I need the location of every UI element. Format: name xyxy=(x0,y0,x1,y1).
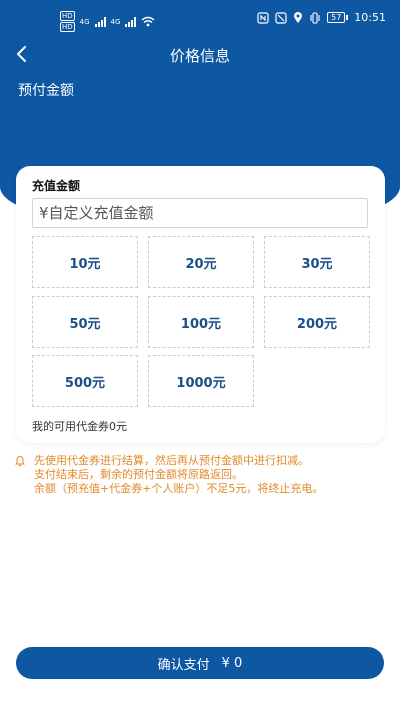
mute-icon xyxy=(275,11,287,24)
location-icon xyxy=(294,11,303,23)
network-type: 4G xyxy=(110,17,121,26)
battery-icon: 57 xyxy=(327,12,349,23)
amount-option-1000[interactable]: 1000元 xyxy=(148,355,254,407)
page-title: 价格信息 xyxy=(169,47,230,65)
amount-option-50[interactable]: 50元 xyxy=(32,296,138,348)
status-left: HD HD 4G 4G xyxy=(60,11,155,32)
signal-icon xyxy=(125,16,137,27)
status-bar: HD HD 4G 4G 57 10:51 xyxy=(0,0,400,36)
hd-tag: HD xyxy=(60,22,75,32)
pay-amount: ¥ 0 xyxy=(221,655,243,671)
confirm-pay-button[interactable]: 确认支付 ¥ 0 xyxy=(16,647,384,679)
section-heading: 预付金额 xyxy=(18,83,74,99)
clock: 10:51 xyxy=(354,11,386,24)
hd-tag: HD xyxy=(60,11,75,21)
battery-level: 57 xyxy=(327,12,346,23)
notice-line: 余额（预充值+代金券+个人账户）不足5元，将终止充电。 xyxy=(34,482,324,495)
wifi-icon xyxy=(141,16,155,27)
notice-lines: 先使用代金券进行结算，然后再从预付金额中进行扣减。 支付结束后，剩余的预付金额将… xyxy=(34,454,386,496)
vibrate-icon xyxy=(310,11,320,24)
bell-icon xyxy=(15,455,25,467)
signal-icon xyxy=(94,16,106,27)
recharge-card: 充值金额 10元 20元 30元 50元 100元 200元 500元 1000… xyxy=(16,166,385,443)
recharge-title: 充值金额 xyxy=(32,179,81,193)
status-right: 57 10:51 xyxy=(257,11,386,24)
notice-line: 先使用代金券进行结算，然后再从预付金额中进行扣减。 xyxy=(34,454,309,467)
nfc-icon xyxy=(257,11,269,24)
custom-amount-input[interactable] xyxy=(32,198,368,228)
amount-option-200[interactable]: 200元 xyxy=(264,296,370,348)
network-type: 4G xyxy=(79,17,90,26)
amount-option-100[interactable]: 100元 xyxy=(148,296,254,348)
carrier-tags: HD HD xyxy=(60,11,75,32)
amount-option-20[interactable]: 20元 xyxy=(148,236,254,288)
amount-option-500[interactable]: 500元 xyxy=(32,355,138,407)
voucher-balance: 我的可用代金券0元 xyxy=(32,420,127,433)
amount-option-30[interactable]: 30元 xyxy=(264,236,370,288)
pay-label: 确认支付 xyxy=(157,657,210,673)
notice-line: 支付结束后，剩余的预付金额将原路返回。 xyxy=(34,468,243,481)
amount-option-10[interactable]: 10元 xyxy=(32,236,138,288)
